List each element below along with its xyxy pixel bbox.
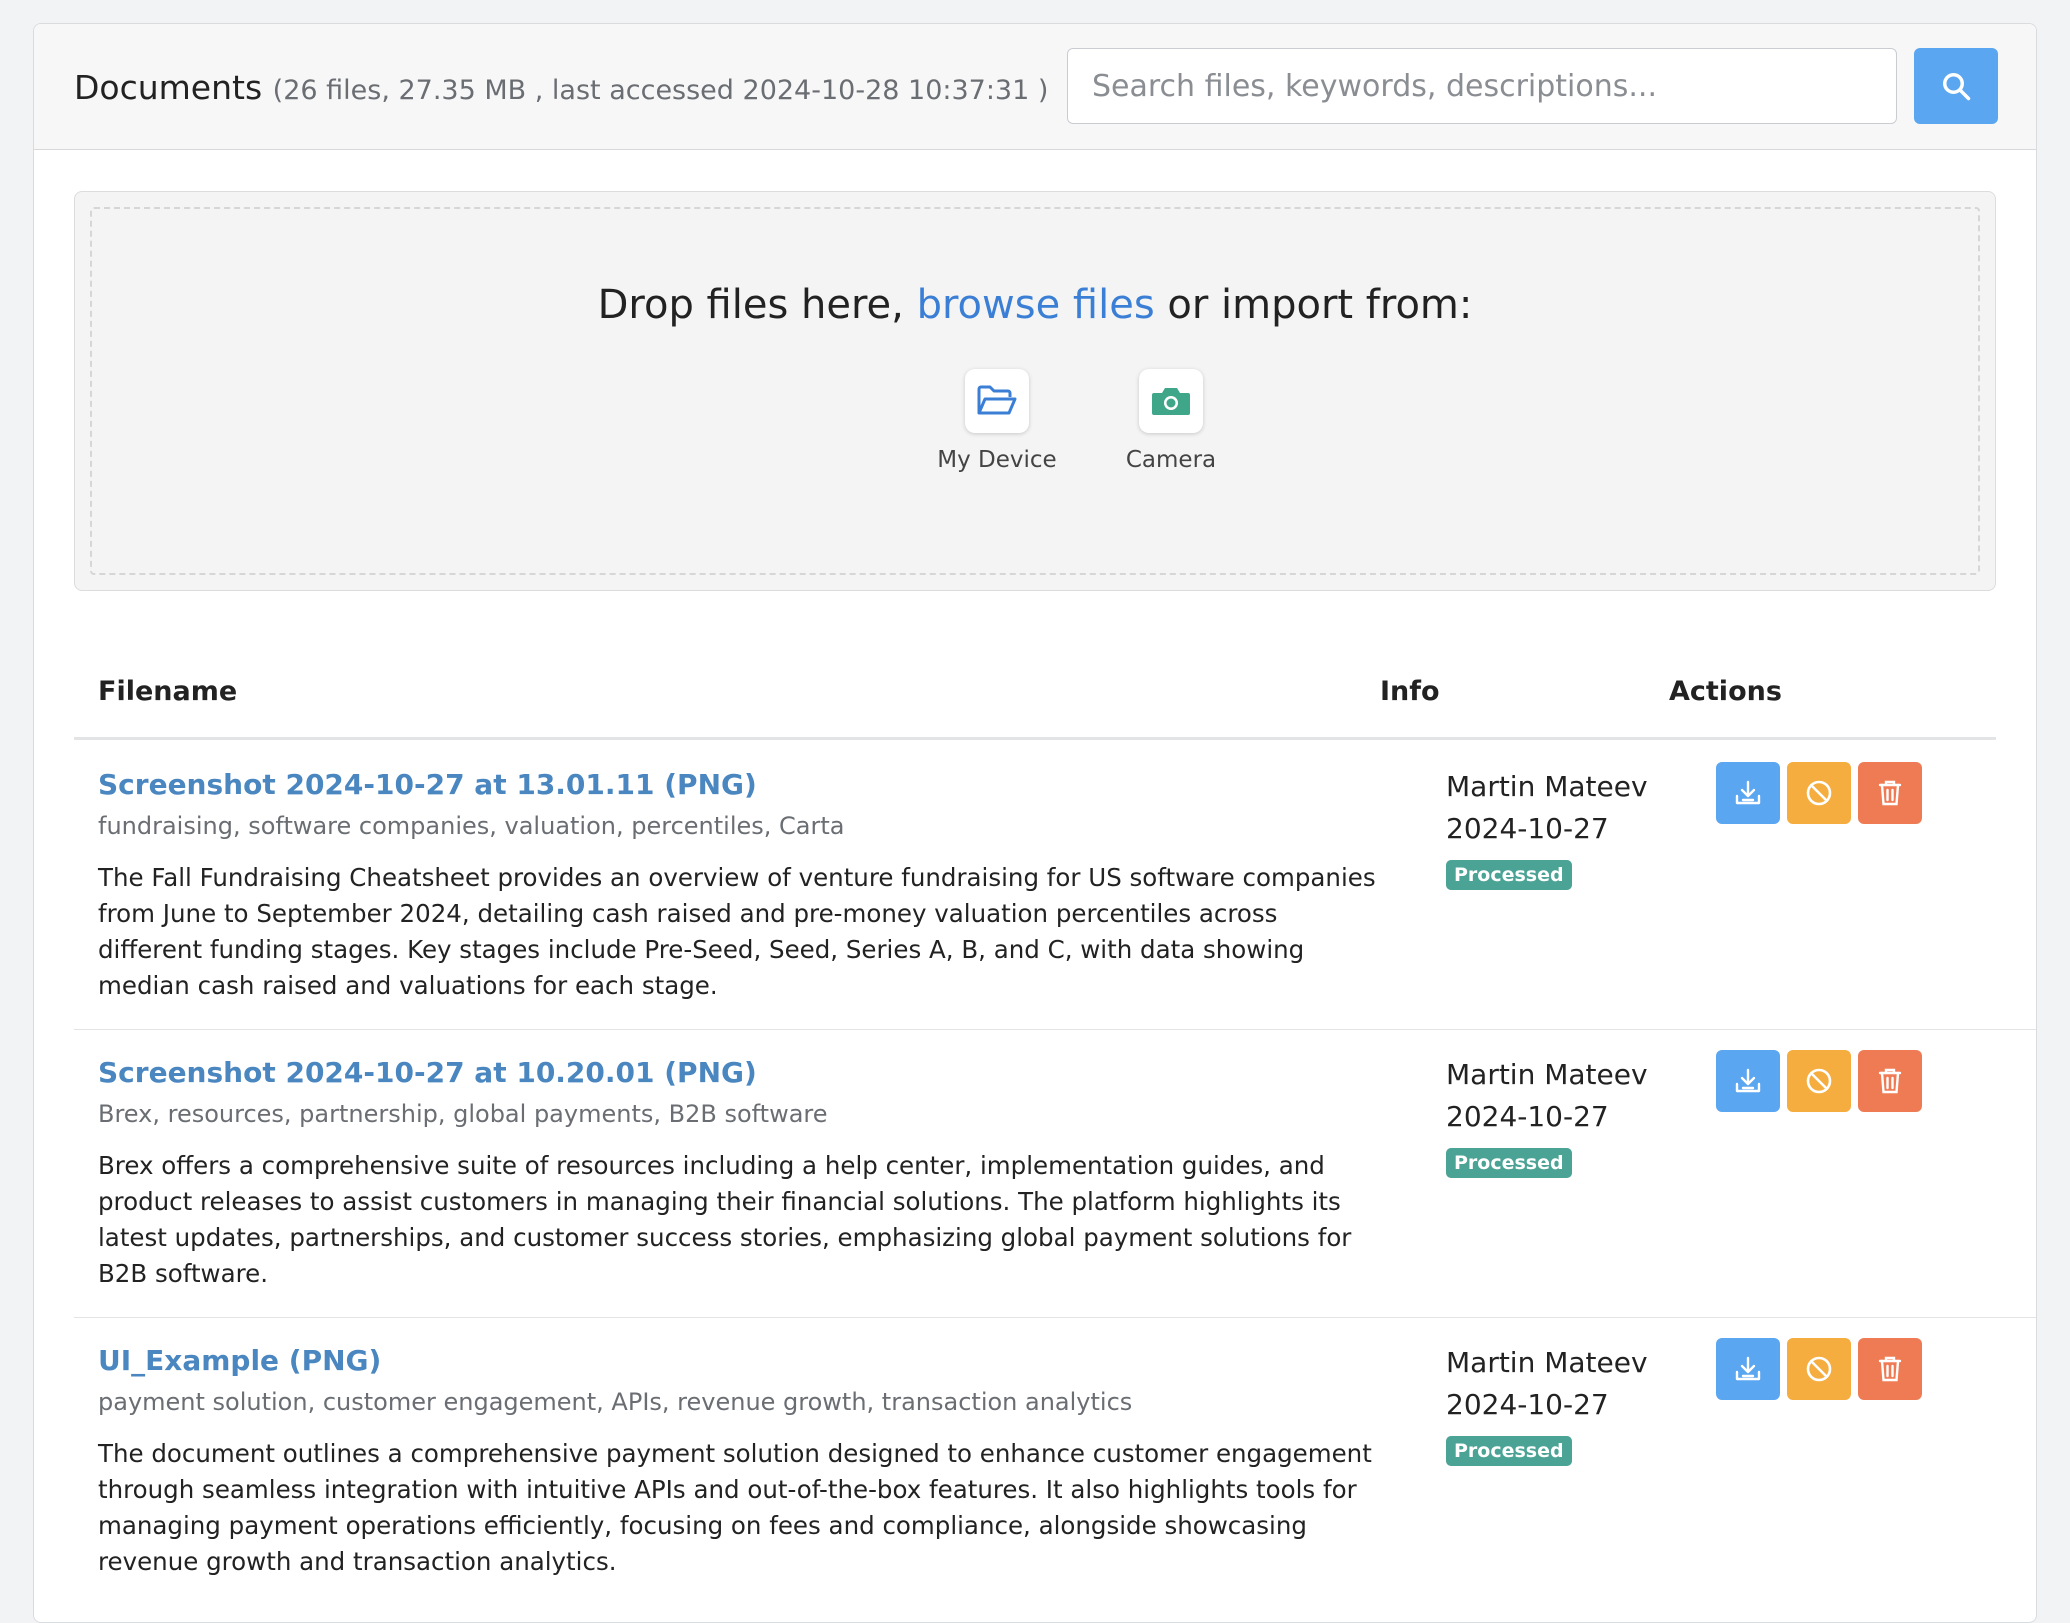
table-header: Filename Info Actions bbox=[74, 614, 1996, 740]
camera-tile[interactable] bbox=[1139, 369, 1203, 433]
file-tags: payment solution, customer engagement, A… bbox=[98, 1388, 1133, 1416]
file-owner: Martin Mateev bbox=[1446, 1058, 1648, 1091]
download-icon bbox=[1735, 1356, 1761, 1381]
card-header: Documents (26 files, 27.35 MB , last acc… bbox=[34, 24, 2036, 150]
dropzone-border: Drop files here, browse files or import … bbox=[90, 207, 1980, 575]
block-button[interactable] bbox=[1787, 1338, 1851, 1400]
page-title-text: Documents bbox=[74, 68, 263, 107]
file-description: Brex offers a comprehensive suite of res… bbox=[98, 1151, 1352, 1288]
file-description: The document outlines a comprehensive pa… bbox=[98, 1439, 1372, 1576]
camera-label: Camera bbox=[1125, 447, 1217, 473]
ban-icon bbox=[1806, 1356, 1832, 1382]
table-row: Screenshot 2024-10-27 at 10.20.01 (PNG) … bbox=[74, 1030, 2036, 1318]
search-icon bbox=[1943, 73, 1971, 101]
documents-card: Documents (26 files, 27.35 MB , last acc… bbox=[33, 23, 2037, 1623]
file-link[interactable]: UI_Example (PNG) bbox=[98, 1344, 381, 1377]
file-link[interactable]: Screenshot 2024-10-27 at 10.20.01 (PNG) bbox=[98, 1056, 757, 1089]
search-button[interactable] bbox=[1914, 48, 1998, 124]
dropzone-text-before: Drop files here, bbox=[597, 282, 917, 328]
dropzone-text-after: or import from: bbox=[1154, 282, 1473, 328]
my-device-tile[interactable] bbox=[965, 369, 1029, 433]
delete-button[interactable] bbox=[1858, 1338, 1922, 1400]
column-header-filename: Filename bbox=[98, 676, 238, 707]
folder-open-icon bbox=[977, 385, 1017, 415]
file-description: The Fall Fundraising Cheatsheet provides… bbox=[98, 863, 1376, 1000]
camera-icon bbox=[1152, 388, 1190, 415]
file-owner: Martin Mateev bbox=[1446, 1346, 1648, 1379]
file-tags: Brex, resources, partnership, global pay… bbox=[98, 1100, 828, 1128]
status-badge: Processed bbox=[1446, 860, 1572, 890]
block-button[interactable] bbox=[1787, 1050, 1851, 1112]
page-title: Documents (26 files, 27.35 MB , last acc… bbox=[74, 68, 1048, 107]
search-input[interactable] bbox=[1067, 48, 1897, 124]
column-header-info: Info bbox=[1380, 676, 1440, 707]
trash-icon bbox=[1878, 1068, 1902, 1094]
source-my-device[interactable]: My Device bbox=[927, 369, 1067, 473]
my-device-label: My Device bbox=[937, 447, 1057, 473]
delete-button[interactable] bbox=[1858, 1050, 1922, 1112]
status-badge: Processed bbox=[1446, 1148, 1572, 1178]
file-date: 2024-10-27 bbox=[1446, 1388, 1609, 1421]
download-button[interactable] bbox=[1716, 762, 1780, 824]
trash-icon bbox=[1878, 1356, 1902, 1382]
delete-button[interactable] bbox=[1858, 762, 1922, 824]
dropzone-text: Drop files here, browse files or import … bbox=[92, 282, 1978, 328]
file-tags: fundraising, software companies, valuati… bbox=[98, 812, 845, 840]
file-link[interactable]: Screenshot 2024-10-27 at 13.01.11 (PNG) bbox=[98, 768, 757, 801]
file-owner: Martin Mateev bbox=[1446, 770, 1648, 803]
dropzone[interactable]: Drop files here, browse files or import … bbox=[74, 191, 1996, 591]
file-date: 2024-10-27 bbox=[1446, 1100, 1609, 1133]
ban-icon bbox=[1806, 1068, 1832, 1094]
browse-files-link[interactable]: browse files bbox=[917, 282, 1155, 328]
file-date: 2024-10-27 bbox=[1446, 812, 1609, 845]
table-row: Screenshot 2024-10-27 at 13.01.11 (PNG) … bbox=[74, 742, 2036, 1030]
ban-icon bbox=[1806, 780, 1832, 806]
status-badge: Processed bbox=[1446, 1436, 1572, 1466]
source-camera[interactable]: Camera bbox=[1101, 369, 1241, 473]
block-button[interactable] bbox=[1787, 762, 1851, 824]
download-icon bbox=[1735, 780, 1761, 805]
trash-icon bbox=[1878, 780, 1902, 806]
table-row: UI_Example (PNG) payment solution, custo… bbox=[74, 1318, 2036, 1618]
download-button[interactable] bbox=[1716, 1338, 1780, 1400]
download-icon bbox=[1735, 1068, 1761, 1093]
column-header-actions: Actions bbox=[1669, 676, 1782, 707]
documents-meta: (26 files, 27.35 MB , last accessed 2024… bbox=[272, 75, 1049, 106]
download-button[interactable] bbox=[1716, 1050, 1780, 1112]
